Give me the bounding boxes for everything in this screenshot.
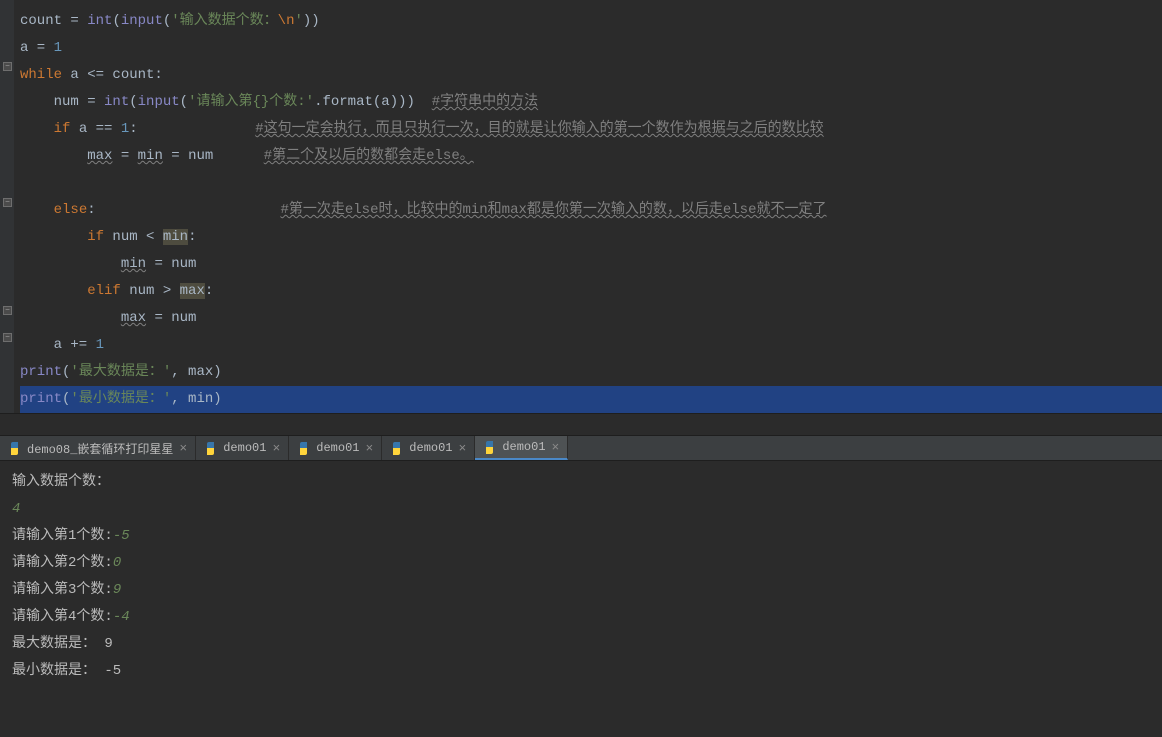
code-line[interactable]: if a == 1: #这句一定会执行，而且只执行一次，目的就是让你输入的第一个… bbox=[20, 116, 1162, 143]
code-line[interactable]: if num < min: bbox=[20, 224, 1162, 251]
console-line: 请输入第3个数:9 bbox=[12, 577, 1150, 604]
console-line: 请输入第1个数:-5 bbox=[12, 523, 1150, 550]
code-line[interactable]: print('最大数据是：', max) bbox=[20, 359, 1162, 386]
python-icon bbox=[483, 441, 496, 454]
fold-marker-icon[interactable]: − bbox=[3, 62, 12, 71]
console-line: 输入数据个数： bbox=[12, 469, 1150, 496]
fold-marker-icon[interactable]: − bbox=[3, 198, 12, 207]
close-icon[interactable]: × bbox=[179, 441, 187, 456]
code-line[interactable]: elif num > max: bbox=[20, 278, 1162, 305]
tab-label: demo01 bbox=[502, 440, 545, 454]
python-icon bbox=[204, 442, 217, 455]
code-editor[interactable]: − − − − count = int(input('输入数据个数：\n')) … bbox=[0, 0, 1162, 413]
tab-label: demo01 bbox=[316, 441, 359, 455]
console-line: 4 bbox=[12, 496, 1150, 523]
editor-gutter: − − − − bbox=[0, 0, 14, 413]
run-tab[interactable]: demo01 × bbox=[382, 436, 475, 460]
code-line[interactable]: min = num bbox=[20, 251, 1162, 278]
code-line[interactable]: a = 1 bbox=[20, 35, 1162, 62]
code-line[interactable]: max = num bbox=[20, 305, 1162, 332]
console-line: 最大数据是： 9 bbox=[12, 631, 1150, 658]
close-icon[interactable]: × bbox=[272, 441, 280, 456]
code-line[interactable]: max = min = num #第二个及以后的数都会走else。 bbox=[20, 143, 1162, 170]
tab-label: demo01 bbox=[223, 441, 266, 455]
fold-marker-icon[interactable]: − bbox=[3, 333, 12, 342]
code-line[interactable]: count = int(input('输入数据个数：\n')) bbox=[20, 8, 1162, 35]
code-line[interactable] bbox=[20, 170, 1162, 197]
code-line[interactable]: while a <= count: bbox=[20, 62, 1162, 89]
code-line[interactable]: else: #第一次走else时，比较中的min和max都是你第一次输入的数，以… bbox=[20, 197, 1162, 224]
pane-divider[interactable] bbox=[0, 413, 1162, 435]
run-tab[interactable]: demo01 × bbox=[289, 436, 382, 460]
python-icon bbox=[390, 442, 403, 455]
close-icon[interactable]: × bbox=[365, 441, 373, 456]
close-icon[interactable]: × bbox=[459, 441, 467, 456]
python-icon bbox=[297, 442, 310, 455]
tab-label: demo01 bbox=[409, 441, 452, 455]
code-line-selected[interactable]: print('最小数据是：', min) bbox=[20, 386, 1162, 413]
console-line: 最小数据是： -5 bbox=[12, 658, 1150, 685]
run-tab[interactable]: demo08_嵌套循环打印星星 × bbox=[0, 436, 196, 460]
tab-label: demo08_嵌套循环打印星星 bbox=[27, 440, 173, 457]
console-line: 请输入第4个数:-4 bbox=[12, 604, 1150, 631]
console-output[interactable]: 输入数据个数： 4 请输入第1个数:-5 请输入第2个数:0 请输入第3个数:9… bbox=[0, 461, 1162, 737]
close-icon[interactable]: × bbox=[552, 440, 560, 455]
code-line[interactable]: a += 1 bbox=[20, 332, 1162, 359]
run-tab-active[interactable]: demo01 × bbox=[475, 436, 568, 460]
console-line: 请输入第2个数:0 bbox=[12, 550, 1150, 577]
code-line[interactable]: num = int(input('请输入第{}个数:'.format(a))) … bbox=[20, 89, 1162, 116]
fold-marker-icon[interactable]: − bbox=[3, 306, 12, 315]
run-tab[interactable]: demo01 × bbox=[196, 436, 289, 460]
python-icon bbox=[8, 442, 21, 455]
run-tabs-bar: demo08_嵌套循环打印星星 × demo01 × demo01 × demo… bbox=[0, 435, 1162, 461]
